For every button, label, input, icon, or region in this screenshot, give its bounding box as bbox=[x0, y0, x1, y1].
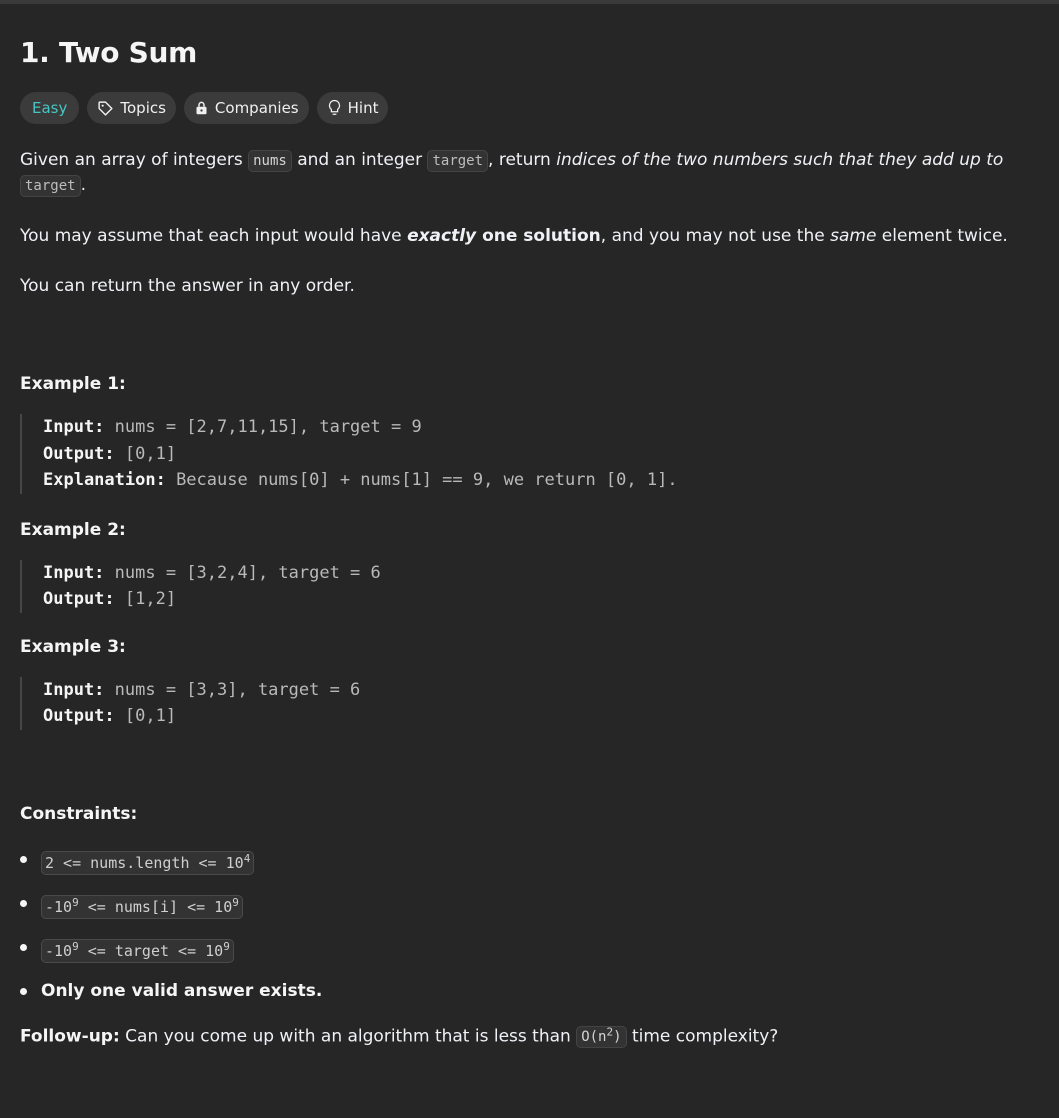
complexity-text: ) bbox=[613, 1029, 622, 1046]
followup-text: time complexity? bbox=[626, 1026, 779, 1047]
tag-icon bbox=[97, 100, 114, 117]
constraint-text: -10 bbox=[45, 897, 73, 916]
constraint-text-bold: Only one valid answer exists. bbox=[41, 980, 323, 1001]
companies-button[interactable]: Companies bbox=[183, 92, 309, 124]
desc-emphasis: same bbox=[830, 226, 877, 246]
example-1-title: Example 1: bbox=[20, 374, 126, 394]
constraint-item: -109 <= target <= 109 bbox=[20, 933, 1050, 963]
constraint-code: -109 <= target <= 109 bbox=[41, 938, 234, 963]
desc-text: . bbox=[80, 175, 86, 195]
hint-button[interactable]: Hint bbox=[316, 92, 389, 124]
constraint-exponent: 9 bbox=[72, 895, 79, 909]
inline-code-nums: nums bbox=[248, 150, 292, 172]
example-output: [0,1] bbox=[114, 706, 177, 726]
bullet-icon bbox=[20, 899, 27, 907]
output-label: Output: bbox=[43, 589, 115, 609]
example-3-block: Input: nums = [3,3], target = 6 Output: … bbox=[20, 676, 1050, 730]
desc-emphasis: indices of the two numbers such that the… bbox=[556, 150, 1004, 170]
desc-text: , and you may not use the bbox=[600, 226, 831, 246]
constraint-text: <= target <= 10 bbox=[78, 941, 224, 960]
bullet-icon bbox=[20, 943, 27, 951]
problem-description: 1. Two Sum Easy Topics Companies Hint Gi… bbox=[20, 34, 1050, 1049]
topics-button[interactable]: Topics bbox=[87, 92, 176, 124]
input-label: Input: bbox=[43, 679, 105, 700]
desc-text: , return bbox=[488, 150, 557, 170]
inline-code-target: target bbox=[427, 150, 489, 172]
example-explanation: Because nums[0] + nums[1] == 9, we retur… bbox=[165, 470, 678, 490]
constraints-title: Constraints: bbox=[20, 803, 138, 824]
description-paragraph-2: You may assume that each input would hav… bbox=[20, 224, 1050, 248]
followup-label: Follow-up: bbox=[20, 1026, 120, 1047]
bullet-icon bbox=[20, 855, 27, 863]
explanation-label: Explanation: bbox=[43, 470, 166, 490]
constraint-exponent: 9 bbox=[72, 939, 79, 953]
description-paragraph-1: Given an array of integers nums and an i… bbox=[20, 148, 1050, 198]
followup-text: Can you come up with an algorithm that i… bbox=[119, 1026, 577, 1047]
desc-text: You may assume that each input would hav… bbox=[20, 226, 408, 246]
example-input: nums = [2,7,11,15], target = 9 bbox=[104, 417, 422, 437]
tag-bar: Easy Topics Companies Hint bbox=[20, 92, 1050, 124]
complexity-text: O(n bbox=[581, 1029, 607, 1046]
constraint-exponent: 4 bbox=[243, 851, 251, 865]
constraint-exponent: 9 bbox=[223, 939, 230, 953]
constraint-text: -10 bbox=[45, 941, 73, 960]
desc-bold-emphasis: exactly bbox=[407, 226, 477, 246]
difficulty-badge: Easy bbox=[20, 92, 80, 124]
example-2-block: Input: nums = [3,2,4], target = 6 Output… bbox=[20, 559, 1050, 613]
followup-paragraph: Follow-up: Can you come up with an algor… bbox=[20, 1021, 1050, 1050]
topics-label: Topics bbox=[120, 99, 166, 117]
lightbulb-icon bbox=[327, 99, 342, 117]
companies-label: Companies bbox=[214, 99, 299, 117]
constraint-code: 2 <= nums.length <= 104 bbox=[41, 850, 255, 875]
difficulty-label: Easy bbox=[32, 99, 68, 117]
constraint-text: <= nums[i] <= 10 bbox=[78, 897, 233, 916]
constraint-code: -109 <= nums[i] <= 109 bbox=[41, 894, 243, 919]
constraints-list: 2 <= nums.length <= 104 -109 <= nums[i] … bbox=[20, 845, 1050, 1005]
problem-title[interactable]: 1. Two Sum bbox=[20, 34, 1050, 72]
example-output: [1,2] bbox=[114, 589, 177, 609]
example-1-block: Input: nums = [2,7,11,15], target = 9 Ou… bbox=[20, 414, 1050, 494]
example-output: [0,1] bbox=[114, 443, 177, 464]
input-label: Input: bbox=[43, 417, 105, 437]
desc-text: element twice. bbox=[876, 226, 1008, 246]
desc-text: and an integer bbox=[291, 150, 428, 170]
example-3-title: Example 3: bbox=[20, 636, 126, 657]
example-input: nums = [3,2,4], target = 6 bbox=[104, 562, 381, 583]
input-label: Input: bbox=[43, 562, 105, 583]
bullet-icon bbox=[20, 987, 27, 995]
output-label: Output: bbox=[43, 706, 115, 726]
inline-code-target: target bbox=[20, 175, 81, 197]
hint-label: Hint bbox=[347, 99, 379, 117]
top-divider bbox=[0, 0, 1059, 4]
desc-text: Given an array of integers bbox=[20, 150, 249, 170]
constraint-item: 2 <= nums.length <= 104 bbox=[20, 845, 1050, 875]
desc-bold: one solution bbox=[476, 226, 601, 246]
constraint-exponent: 9 bbox=[232, 895, 239, 909]
complexity-code: O(n2) bbox=[576, 1026, 627, 1049]
example-input: nums = [3,3], target = 6 bbox=[104, 679, 361, 700]
constraint-item: -109 <= nums[i] <= 109 bbox=[20, 889, 1050, 919]
output-label: Output: bbox=[43, 443, 115, 464]
constraint-text: 2 <= nums.length <= 10 bbox=[45, 853, 244, 872]
example-2-title: Example 2: bbox=[20, 519, 126, 540]
constraint-item: Only one valid answer exists. bbox=[20, 977, 1050, 1005]
lock-icon bbox=[194, 100, 209, 116]
description-paragraph-3: You can return the answer in any order. bbox=[20, 276, 355, 296]
